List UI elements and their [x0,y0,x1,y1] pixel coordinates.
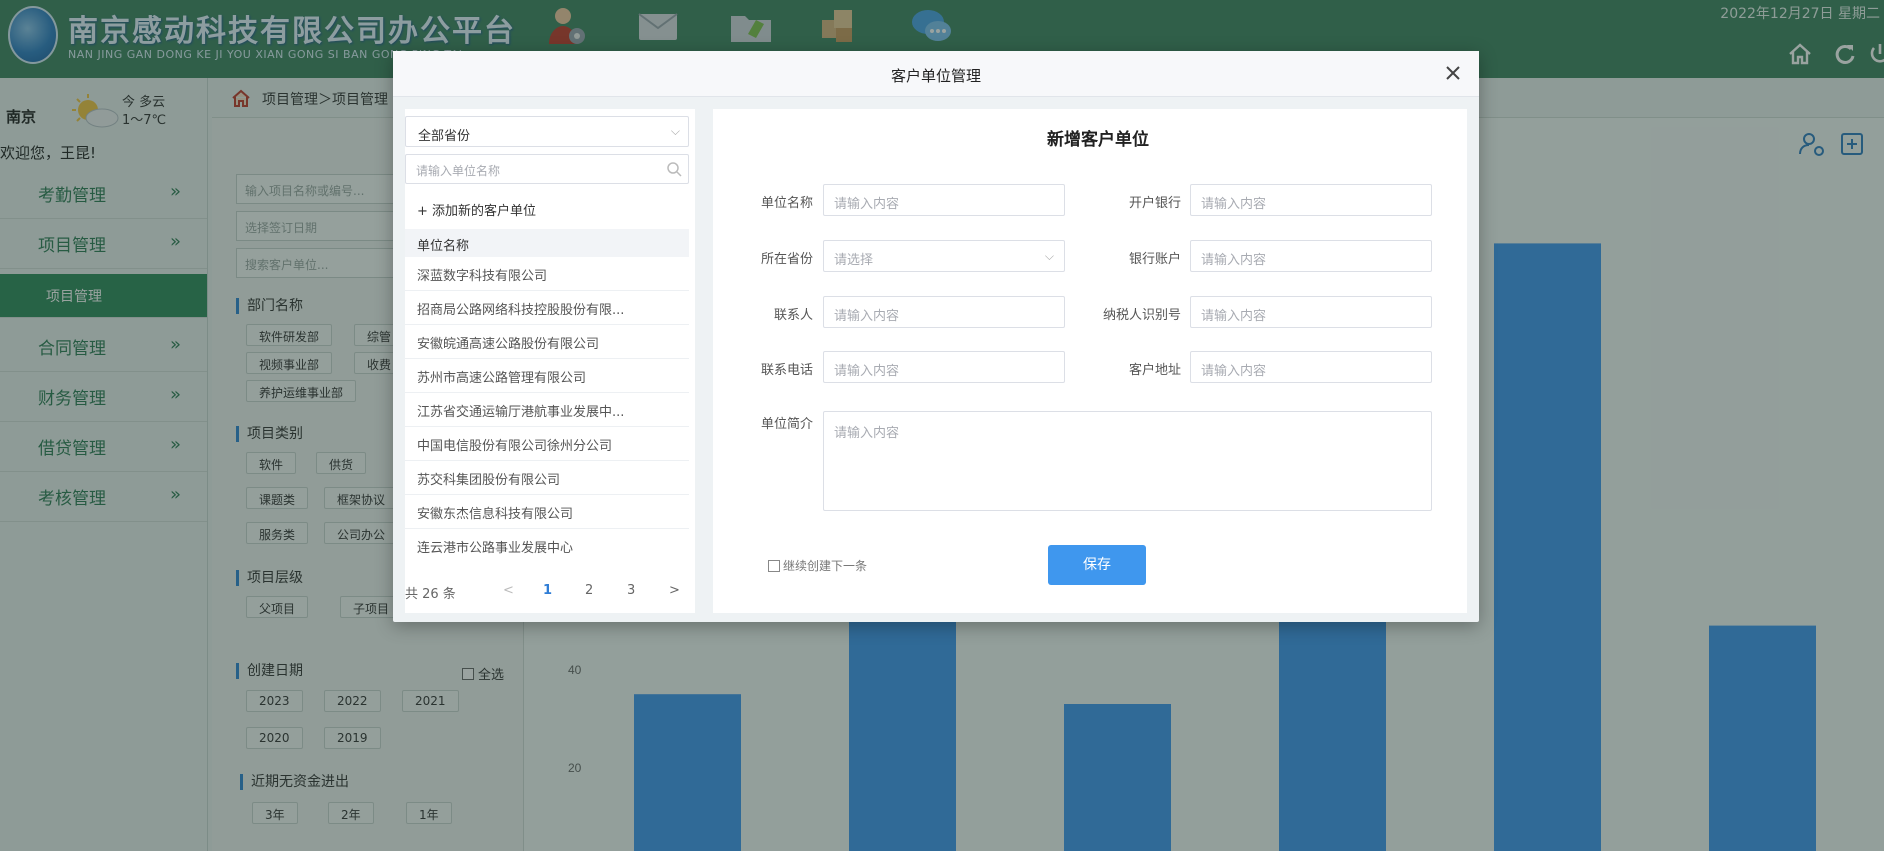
pagination: 共 26 条 < 1 2 3 > [405,581,689,605]
page-1-button[interactable]: 1 [543,583,552,598]
address-label: 客户地址 [1128,363,1181,378]
list-item[interactable]: 安徽皖通高速公路股份有限公司 [405,325,689,359]
next-page-button[interactable]: > [669,583,680,598]
unit-search-placeholder: 请输入单位名称 [416,164,501,178]
chevron-down-icon: ⌵ [1044,249,1054,263]
province-dropdown[interactable]: 请选择 ⌵ [823,240,1065,272]
customer-unit-modal: 客户单位管理 全部省份 ⌵ 请输入单位名称 + 添加新的客户单位 单位名称 深蓝… [393,51,1479,622]
continue-create-checkbox[interactable]: 继续创建下一条 [768,557,867,574]
taxid-label: 纳税人识别号 [1102,308,1181,323]
account-input[interactable]: 请输入内容 [1190,240,1432,272]
unit-name-label: 单位名称 [760,196,813,211]
total-count: 共 26 条 [405,587,456,602]
list-item[interactable]: 苏州市高速公路管理有限公司 [405,359,689,393]
account-label: 银行账户 [1128,252,1181,267]
taxid-input[interactable]: 请输入内容 [1190,296,1432,328]
contact-input[interactable]: 请输入内容 [823,296,1065,328]
close-icon[interactable] [1441,61,1465,85]
prev-page-button[interactable]: < [503,583,514,598]
list-item[interactable]: 中国电信股份有限公司徐州分公司 [405,427,689,461]
bank-label: 开户银行 [1128,196,1181,211]
phone-input[interactable]: 请输入内容 [823,351,1065,383]
list-item[interactable]: 连云港市公路事业发展中心 [405,529,689,563]
page-3-button[interactable]: 3 [627,583,635,598]
continue-label: 继续创建下一条 [783,559,868,573]
search-icon[interactable] [666,161,682,177]
unit-list-panel: 全部省份 ⌵ 请输入单位名称 + 添加新的客户单位 单位名称 深蓝数字科技有限公… [405,109,695,613]
list-item[interactable]: 深蓝数字科技有限公司 [405,257,689,291]
province-label: 所在省份 [760,252,813,267]
list-item[interactable]: 招商局公路网络科技控股股份有限... [405,291,689,325]
add-unit-button[interactable]: + 添加新的客户单位 [417,200,536,219]
list-header: 单位名称 [405,229,689,257]
bank-input[interactable]: 请输入内容 [1190,184,1432,216]
phone-label: 联系电话 [760,363,813,378]
contact-label: 联系人 [773,308,813,323]
list-item[interactable]: 江苏省交通运输厅港航事业发展中... [405,393,689,427]
unit-search-input[interactable]: 请输入单位名称 [405,154,689,184]
intro-textarea[interactable]: 请输入内容 [823,411,1432,511]
page-2-button[interactable]: 2 [585,583,593,598]
intro-label: 单位简介 [760,417,813,432]
list-item[interactable]: 苏交科集团股份有限公司 [405,461,689,495]
address-input[interactable]: 请输入内容 [1190,351,1432,383]
province-select-value: 全部省份 [418,129,471,144]
list-item[interactable]: 安徽东杰信息科技有限公司 [405,495,689,529]
checkbox-icon[interactable] [768,560,780,572]
modal-header: 客户单位管理 [393,51,1479,97]
new-unit-form: 新增客户单位 单位名称 请输入内容 开户银行 请输入内容 所在省份 请选择 ⌵ … [713,109,1467,613]
save-button[interactable]: 保存 [1048,545,1146,585]
modal-title: 客户单位管理 [890,67,981,85]
province-select[interactable]: 全部省份 ⌵ [405,116,689,147]
unit-name-input[interactable]: 请输入内容 [823,184,1065,216]
province-placeholder: 请选择 [834,253,874,268]
form-title: 新增客户单位 [1047,130,1149,150]
chevron-down-icon: ⌵ [670,124,680,138]
